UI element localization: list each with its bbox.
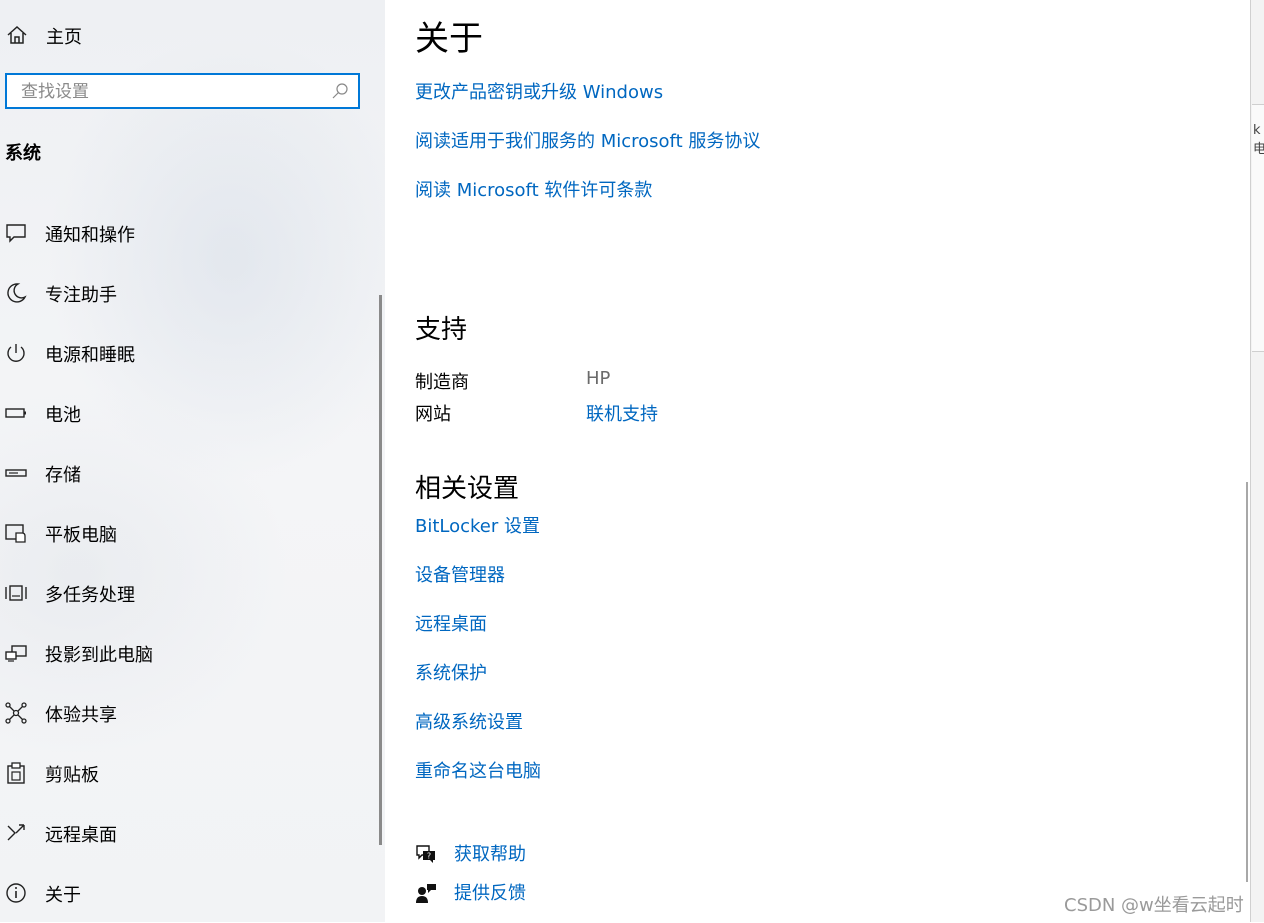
info-icon	[6, 883, 26, 903]
home-icon	[7, 25, 27, 44]
sidebar-home[interactable]: 主页	[0, 14, 385, 54]
tablet-icon	[5, 524, 26, 543]
settings-search-box[interactable]	[5, 73, 360, 109]
sidebar-item-label: 多任务处理	[45, 585, 135, 606]
settings-main-pane: 关于 更改产品密钥或升级 Windows 阅读适用于我们服务的 Microsof…	[385, 0, 1250, 922]
sidebar-home-label: 主页	[46, 27, 82, 48]
remote-desktop-link[interactable]: 远程桌面	[415, 610, 487, 636]
system-protection-link[interactable]: 系统保护	[415, 659, 487, 685]
sidebar-item-storage[interactable]: 存储	[0, 443, 385, 503]
support-heading: 支持	[415, 315, 468, 345]
sidebar-item-label: 远程桌面	[45, 825, 117, 846]
remote-desktop-icon	[7, 824, 25, 841]
give-feedback-link[interactable]: 提供反馈	[454, 879, 526, 905]
change-product-key-link[interactable]: 更改产品密钥或升级 Windows	[415, 78, 663, 104]
sidebar-item-label: 关于	[45, 885, 81, 906]
sidebar-item-power-sleep[interactable]: 电源和睡眠	[0, 323, 385, 383]
sidebar-item-about[interactable]: 关于	[0, 863, 385, 923]
related-settings-heading: 相关设置	[415, 474, 520, 504]
manufacturer-label: 制造商	[415, 372, 469, 393]
get-help-row[interactable]: ? 获取帮助	[415, 840, 715, 870]
notification-icon	[6, 224, 26, 243]
get-help-link[interactable]: 获取帮助	[454, 840, 526, 866]
sidebar-item-label: 专注助手	[45, 285, 117, 306]
search-icon[interactable]	[331, 82, 349, 100]
advanced-system-settings-link[interactable]: 高级系统设置	[415, 708, 523, 734]
page-title: 关于	[415, 19, 483, 59]
settings-sidebar: 主页 系统 通知和操作 专注助手 电源和睡眠	[0, 0, 385, 922]
sidebar-item-notifications[interactable]: 通知和操作	[0, 203, 385, 263]
software-license-terms-link[interactable]: 阅读 Microsoft 软件许可条款	[415, 176, 652, 202]
feedback-icon	[416, 884, 436, 903]
sidebar-nav-list: 通知和操作 专注助手 电源和睡眠 电池 存储 平板电脑 多任务处理 投影到此电脑…	[0, 203, 385, 923]
sidebar-item-label: 投影到此电脑	[45, 645, 153, 666]
background-window-fragment: k电	[1252, 104, 1264, 352]
moon-icon	[7, 283, 27, 303]
sidebar-section-title: 系统	[5, 143, 41, 164]
microsoft-services-agreement-link[interactable]: 阅读适用于我们服务的 Microsoft 服务协议	[415, 127, 760, 153]
sidebar-item-label: 通知和操作	[45, 225, 135, 246]
background-window-text: k电	[1253, 123, 1264, 157]
share-icon	[5, 702, 27, 724]
background-window-edge: k电	[1250, 0, 1264, 922]
bitlocker-settings-link[interactable]: BitLocker 设置	[415, 512, 540, 538]
manufacturer-value: HP	[586, 368, 611, 389]
sidebar-item-label: 存储	[45, 465, 81, 486]
rename-pc-link[interactable]: 重命名这台电脑	[415, 757, 541, 783]
sidebar-item-label: 体验共享	[45, 705, 117, 726]
online-support-link[interactable]: 联机支持	[586, 400, 658, 426]
sidebar-item-project[interactable]: 投影到此电脑	[0, 623, 385, 683]
sidebar-item-shared-experiences[interactable]: 体验共享	[0, 683, 385, 743]
clipboard-icon	[7, 762, 25, 784]
sidebar-item-label: 剪贴板	[45, 765, 99, 786]
sidebar-item-label: 电池	[45, 405, 81, 426]
sidebar-item-battery[interactable]: 电池	[0, 383, 385, 443]
sidebar-item-label: 平板电脑	[45, 525, 117, 546]
sidebar-item-remote-desktop[interactable]: 远程桌面	[0, 803, 385, 863]
sidebar-item-multitasking[interactable]: 多任务处理	[0, 563, 385, 623]
search-input[interactable]	[19, 79, 323, 105]
sidebar-item-tablet[interactable]: 平板电脑	[0, 503, 385, 563]
battery-icon	[5, 408, 26, 418]
website-label: 网站	[415, 404, 451, 425]
help-chat-icon: ?	[416, 845, 435, 863]
device-manager-link[interactable]: 设备管理器	[415, 561, 505, 587]
multitasking-icon	[5, 585, 27, 601]
give-feedback-row[interactable]: 提供反馈	[415, 879, 715, 909]
watermark-text: CSDN @w坐看云起时	[1064, 895, 1244, 916]
sidebar-item-label: 电源和睡眠	[45, 345, 135, 366]
power-icon	[7, 344, 25, 362]
storage-icon	[5, 469, 27, 477]
main-scrollbar[interactable]	[1246, 482, 1248, 882]
svg-text:?: ?	[427, 852, 431, 861]
sidebar-item-clipboard[interactable]: 剪贴板	[0, 743, 385, 803]
project-icon	[5, 645, 27, 662]
sidebar-item-focus-assist[interactable]: 专注助手	[0, 263, 385, 323]
sidebar-scrollbar[interactable]	[379, 295, 382, 845]
